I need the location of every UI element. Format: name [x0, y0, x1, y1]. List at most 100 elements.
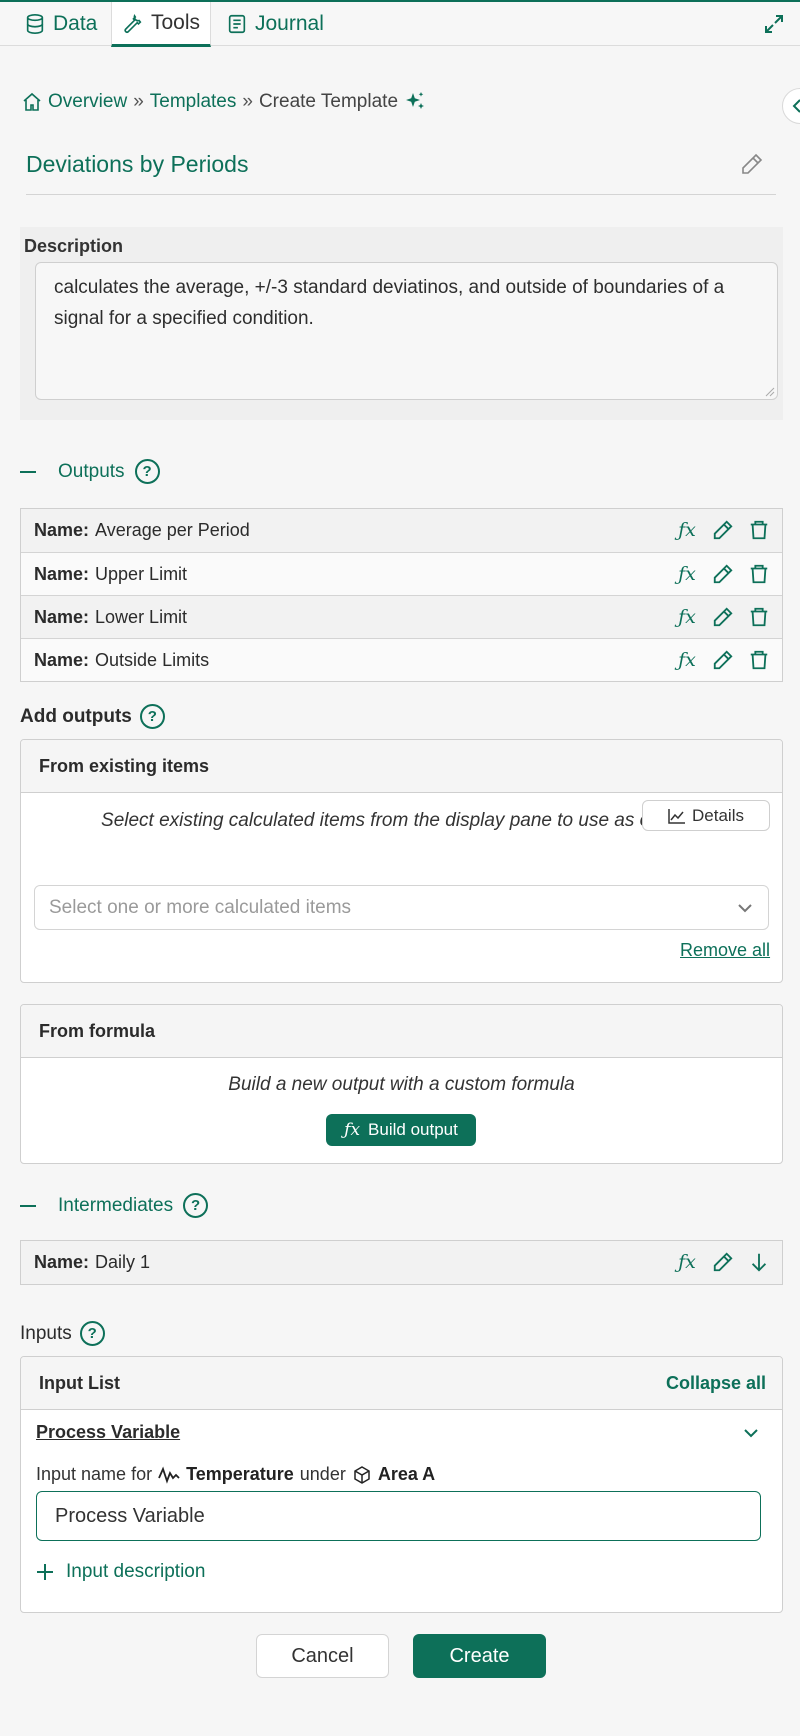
name-label: Name:	[34, 606, 90, 627]
top-tab-bar: Data Tools Journal	[0, 0, 800, 47]
description-label: Description	[24, 236, 124, 256]
home-icon[interactable]	[22, 92, 42, 112]
build-output-label: Build output	[368, 1120, 458, 1139]
chevron-left-icon	[792, 99, 800, 113]
breadcrumb-overview[interactable]: Overview	[48, 91, 127, 113]
database-icon	[26, 14, 44, 34]
tab-data[interactable]: Data	[14, 2, 107, 46]
template-title: Deviations by Periods	[26, 151, 249, 177]
arrow-down-icon[interactable]	[748, 1251, 770, 1273]
tab-data-label: Data	[53, 12, 98, 35]
pencil-icon[interactable]	[712, 649, 734, 671]
plus-icon	[37, 1564, 53, 1580]
pencil-icon[interactable]	[712, 606, 734, 628]
outputs-heading: Outputs	[58, 460, 125, 482]
input-name-value: Process Variable	[55, 1504, 205, 1527]
add-outputs-heading: Add outputs ?	[20, 704, 165, 729]
breadcrumb-current: Create Template	[258, 91, 399, 112]
collapse-all-link[interactable]: Collapse all	[666, 1373, 766, 1394]
formula-icon[interactable]: ƒx	[676, 606, 698, 628]
output-name: Outside Limits	[95, 649, 210, 670]
tab-tools[interactable]: Tools	[111, 2, 212, 47]
output-row: Name: Average per Period ƒx	[21, 509, 782, 552]
from-formula-text: Build a new output with a custom formula	[228, 1074, 575, 1095]
name-label: Name:	[34, 649, 90, 670]
inputs-label: Inputs	[20, 1322, 72, 1344]
formula-icon[interactable]: ƒx	[676, 563, 698, 585]
trash-icon[interactable]	[748, 563, 770, 585]
tab-tools-label: Tools	[151, 11, 201, 34]
output-row: Name: Lower Limit ƒx	[21, 595, 782, 638]
intermediates-list: Name: Daily 1 ƒx	[20, 1240, 783, 1285]
chart-icon	[668, 808, 686, 824]
asset-name: Area A	[377, 1464, 436, 1484]
tab-journal[interactable]: Journal	[216, 2, 334, 46]
breadcrumb-separator: »	[133, 91, 144, 112]
intermediate-row: Name: Daily 1 ƒx	[21, 1241, 782, 1284]
cancel-button[interactable]: Cancel	[256, 1634, 389, 1678]
build-output-button[interactable]: ƒx Build output	[326, 1114, 476, 1146]
name-label: Name:	[34, 520, 90, 540]
name-label: Name:	[34, 563, 90, 584]
remove-all-link[interactable]: Remove all	[680, 940, 770, 961]
formula-icon: ƒx	[344, 1120, 361, 1140]
description-text: calculates the average, +/-3 standard de…	[54, 277, 725, 329]
collapse-panel-button[interactable]	[782, 88, 800, 124]
expand-icon[interactable]	[762, 12, 786, 36]
trash-icon[interactable]	[748, 649, 770, 671]
help-icon[interactable]: ?	[139, 704, 165, 729]
outputs-toggle[interactable]: Outputs ?	[20, 459, 160, 484]
input-list-title: Input List	[39, 1372, 120, 1393]
help-icon[interactable]: ?	[134, 459, 160, 484]
chevron-down-icon[interactable]	[742, 1424, 760, 1442]
minus-icon	[20, 470, 36, 473]
details-label: Details	[692, 805, 744, 825]
tab-journal-label: Journal	[255, 12, 324, 35]
select-placeholder: Select one or more calculated items	[49, 896, 352, 918]
inputs-heading: Inputs ?	[20, 1321, 105, 1346]
calculated-items-select[interactable]: Select one or more calculated items	[34, 885, 769, 930]
outputs-list: Name: Average per Period ƒx Name: Upper …	[20, 508, 783, 682]
add-description-label: Input description	[66, 1561, 206, 1582]
formula-icon[interactable]: ƒx	[676, 649, 698, 671]
pencil-icon[interactable]	[712, 563, 734, 585]
pencil-icon[interactable]	[712, 1251, 734, 1273]
help-icon[interactable]: ?	[183, 1193, 209, 1218]
intermediate-name: Daily 1	[95, 1252, 151, 1272]
output-name: Lower Limit	[95, 606, 188, 627]
description-textarea[interactable]: calculates the average, +/-3 standard de…	[35, 262, 778, 400]
breadcrumb-separator: »	[242, 91, 253, 112]
edit-title-icon[interactable]	[740, 152, 764, 176]
intermediates-toggle[interactable]: Intermediates ?	[20, 1193, 209, 1218]
trash-icon[interactable]	[748, 606, 770, 628]
input-name-prefix: Input name for	[36, 1464, 153, 1484]
asset-cube-icon	[354, 1465, 370, 1484]
intermediates-heading: Intermediates	[58, 1194, 174, 1216]
add-input-description[interactable]: Input description	[36, 1561, 205, 1583]
signal-icon	[158, 1466, 180, 1484]
output-name: Average per Period	[95, 520, 250, 540]
formula-icon[interactable]: ƒx	[676, 519, 698, 541]
wrench-icon	[124, 14, 142, 33]
sparkle-icon[interactable]	[404, 91, 426, 113]
output-row: Name: Upper Limit ƒx	[21, 552, 782, 595]
output-name: Upper Limit	[95, 563, 188, 584]
trash-icon[interactable]	[748, 519, 770, 541]
help-icon[interactable]: ?	[79, 1321, 105, 1346]
resize-handle-icon[interactable]	[763, 385, 775, 397]
breadcrumb-templates[interactable]: Templates	[150, 91, 237, 113]
input-list-header: Input List Collapse all	[21, 1357, 782, 1410]
process-variable-title[interactable]: Process Variable	[36, 1422, 180, 1443]
journal-icon	[228, 14, 246, 34]
under-text: under	[299, 1464, 346, 1484]
formula-icon[interactable]: ƒx	[676, 1251, 698, 1273]
name-label: Name:	[34, 1252, 90, 1272]
title-divider	[26, 194, 776, 195]
from-existing-title: From existing items	[21, 740, 782, 793]
details-button[interactable]: Details	[642, 800, 770, 831]
output-row: Name: Outside Limits ƒx	[21, 638, 782, 681]
from-existing-card: From existing items Select existing calc…	[20, 739, 783, 983]
create-button[interactable]: Create	[413, 1634, 546, 1678]
input-name-field[interactable]: Process Variable	[36, 1491, 761, 1541]
pencil-icon[interactable]	[712, 519, 734, 541]
